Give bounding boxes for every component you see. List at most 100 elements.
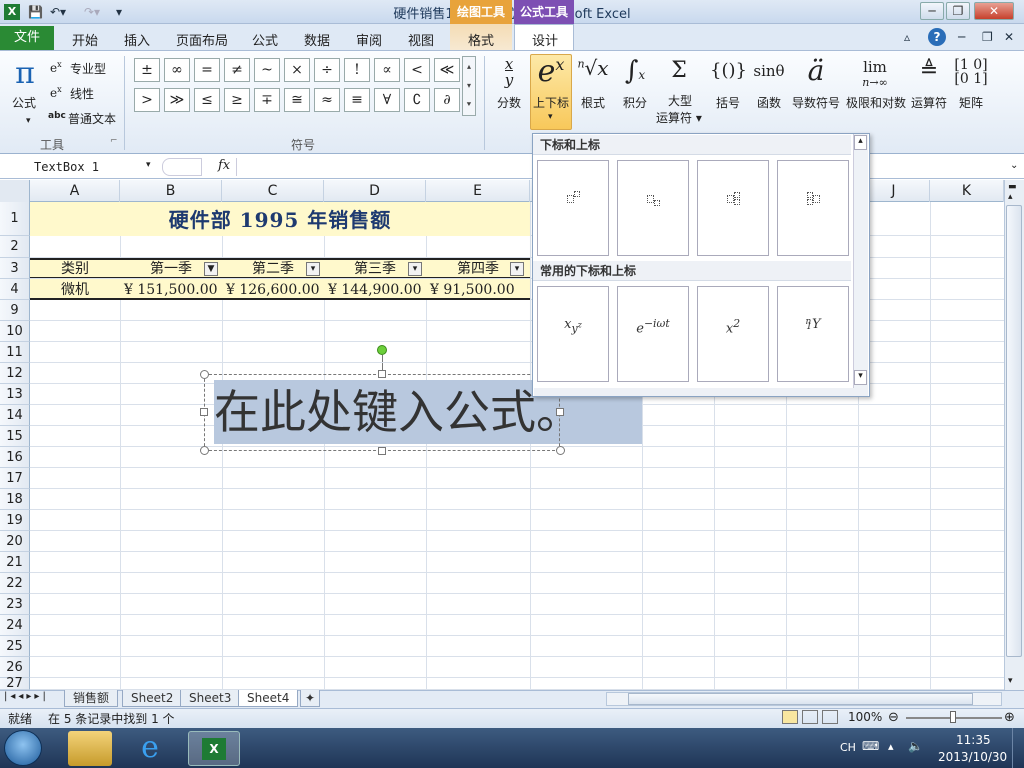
symbol-button[interactable]: ∓: [254, 88, 280, 112]
row-header[interactable]: 27: [0, 677, 30, 690]
resize-handle-n[interactable]: [378, 370, 386, 378]
symbol-button[interactable]: ∝: [374, 58, 400, 82]
name-box[interactable]: TextBox 1: [4, 158, 156, 176]
resize-handle-w[interactable]: [200, 408, 208, 416]
cell-e4[interactable]: ¥ 91,500.00: [430, 280, 530, 300]
row-header[interactable]: 21: [0, 552, 30, 573]
tray-time[interactable]: 11:35: [956, 733, 991, 747]
gallery-subsup[interactable]: [697, 160, 769, 256]
cell-c4[interactable]: ¥ 126,600.00: [226, 280, 322, 300]
column-header-k[interactable]: K: [930, 180, 1004, 202]
row-header[interactable]: 10: [0, 321, 30, 342]
resize-handle-sw[interactable]: [200, 446, 209, 455]
internet-explorer-icon[interactable]: e: [128, 731, 172, 766]
tab-review[interactable]: 审阅: [356, 30, 382, 49]
symbol-button[interactable]: =: [194, 58, 220, 82]
symbol-gallery-scroll[interactable]: ▴ ▾ ⯆: [462, 56, 476, 116]
operator-button[interactable]: 运算符: [908, 94, 950, 111]
sheet-tab-sales[interactable]: 销售额: [64, 690, 119, 707]
tab-format[interactable]: 格式: [468, 30, 494, 49]
tab-view[interactable]: 视图: [408, 30, 434, 49]
symbol-button[interactable]: ≈: [314, 88, 340, 112]
row-header[interactable]: 9: [0, 300, 30, 321]
equation-button[interactable]: 公式: [6, 94, 42, 111]
symbol-button[interactable]: ∞: [164, 58, 190, 82]
tab-home[interactable]: 开始: [72, 30, 98, 49]
formula-bar-splitter[interactable]: [162, 158, 202, 176]
symbol-button[interactable]: ∀: [374, 88, 400, 112]
minimize-button[interactable]: ─: [920, 2, 944, 20]
row-header[interactable]: 26: [0, 657, 30, 678]
explorer-icon[interactable]: [68, 731, 112, 766]
symbol-button[interactable]: <: [404, 58, 430, 82]
filter-dropdown-icon[interactable]: ▾: [306, 262, 320, 276]
row-header[interactable]: 20: [0, 531, 30, 552]
row-header[interactable]: 16: [0, 447, 30, 468]
script-button[interactable]: 上下标: [530, 94, 572, 111]
help-icon[interactable]: ?: [928, 28, 946, 46]
limit-log-button[interactable]: 极限和对数: [844, 94, 908, 111]
gallery-common-nuclide[interactable]: n1Y: [777, 286, 849, 382]
symbol-button[interactable]: >: [134, 88, 160, 112]
bracket-button[interactable]: 括号: [710, 94, 746, 111]
gallery-scroll-down-icon[interactable]: ▾: [854, 370, 867, 385]
gallery-common-x-squared[interactable]: x2: [697, 286, 769, 382]
sheet-tab-sheet2[interactable]: Sheet2: [122, 690, 183, 707]
doc-minimize-icon[interactable]: ─: [958, 28, 965, 46]
symbol-button[interactable]: ≅: [284, 88, 310, 112]
scroll-up-icon[interactable]: ▴: [1008, 192, 1013, 202]
row-header[interactable]: 22: [0, 573, 30, 594]
professional-button[interactable]: 专业型: [70, 60, 106, 77]
row-header[interactable]: 11: [0, 342, 30, 363]
filter-dropdown-icon[interactable]: ▾: [408, 262, 422, 276]
zoom-out-icon[interactable]: ⊖: [888, 710, 899, 725]
select-all-corner[interactable]: [0, 180, 30, 202]
row-header[interactable]: 1: [0, 202, 30, 236]
resize-handle-nw[interactable]: [200, 370, 209, 379]
symbol-button[interactable]: ≫: [164, 88, 190, 112]
formula-expand-icon[interactable]: ⌄: [1010, 160, 1018, 171]
row-header[interactable]: 15: [0, 426, 30, 447]
scroll-down-icon[interactable]: ▾: [1008, 676, 1013, 686]
insert-sheet-icon[interactable]: ✦: [300, 690, 321, 707]
column-header-a[interactable]: A: [30, 180, 120, 202]
cell-a4[interactable]: 微机: [30, 280, 120, 300]
sheet-tab-sheet3[interactable]: Sheet3: [180, 690, 241, 707]
tray-expand-icon[interactable]: ▴: [888, 740, 894, 753]
column-header-d[interactable]: D: [324, 180, 426, 202]
symbol-button[interactable]: ≤: [194, 88, 220, 112]
page-layout-view-icon[interactable]: [802, 710, 818, 724]
tab-formulas[interactable]: 公式: [252, 30, 278, 49]
row-header[interactable]: 25: [0, 636, 30, 657]
symbol-button[interactable]: ≡: [344, 88, 370, 112]
fraction-button[interactable]: 分数: [490, 94, 528, 111]
start-button[interactable]: [4, 730, 42, 766]
row-header[interactable]: 3: [0, 258, 30, 279]
doc-restore-icon[interactable]: ❐: [982, 28, 993, 46]
script-dropdown-icon[interactable]: ▾: [548, 112, 553, 122]
column-header-c[interactable]: C: [222, 180, 324, 202]
row-header[interactable]: 12: [0, 363, 30, 384]
radical-button[interactable]: 根式: [576, 94, 610, 111]
gallery-scroll-up-icon[interactable]: ▴: [854, 135, 867, 150]
symbol-button[interactable]: ≥: [224, 88, 250, 112]
row-header[interactable]: 23: [0, 594, 30, 615]
accent-button[interactable]: 导数符号: [788, 94, 844, 111]
cell-d4[interactable]: ¥ 144,900.00: [328, 280, 424, 300]
sheet-title[interactable]: 硬件部 1995 年销售额: [30, 202, 530, 238]
row-header[interactable]: 19: [0, 510, 30, 531]
close-button[interactable]: ✕: [974, 2, 1014, 20]
gallery-left-subsup[interactable]: [777, 160, 849, 256]
resize-handle-se[interactable]: [556, 446, 565, 455]
tray-language[interactable]: CH: [840, 741, 856, 754]
symbol-button[interactable]: ≠: [224, 58, 250, 82]
tab-file[interactable]: 文件: [0, 26, 54, 50]
zoom-level[interactable]: 100%: [848, 710, 882, 724]
row-header[interactable]: 13: [0, 384, 30, 405]
symbol-button[interactable]: ∂: [434, 88, 460, 112]
gallery-subscript[interactable]: [617, 160, 689, 256]
tab-design[interactable]: 设计: [532, 30, 558, 49]
ribbon-collapse-icon[interactable]: ▵: [904, 28, 910, 46]
large-operator-button[interactable]: 大型: [668, 94, 692, 109]
row-header[interactable]: 24: [0, 615, 30, 636]
